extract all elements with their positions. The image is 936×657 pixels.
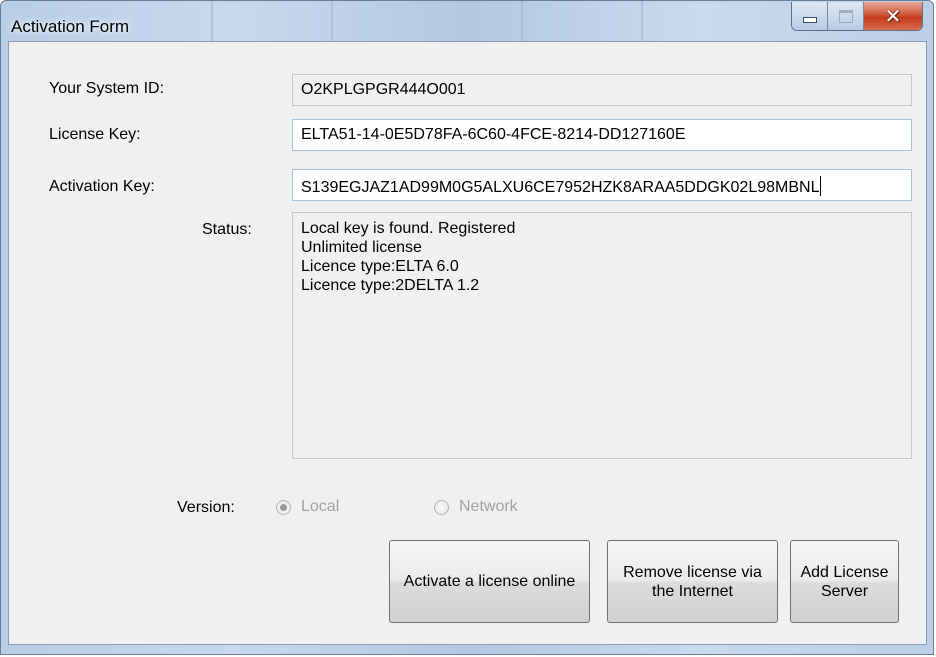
status-line: Licence type:2DELTA 1.2 <box>301 277 480 294</box>
version-label: Version: <box>177 499 235 516</box>
activation-key-input[interactable]: S139EGJAZ1AD99M0G5ALXU6CE7952HZK8ARAA5DD… <box>292 169 912 201</box>
activation-key-value: S139EGJAZ1AD99M0G5ALXU6CE7952HZK8ARAA5DD… <box>301 179 820 196</box>
close-button[interactable]: ✕ <box>864 2 922 30</box>
minimize-icon <box>802 17 817 23</box>
caption-buttons: ✕ <box>791 2 923 31</box>
status-line: Local key is found. Registered <box>301 220 516 237</box>
license-key-input[interactable]: ELTA51-14-0E5D78FA-6C60-4FCE-8214-DD1271… <box>292 119 912 151</box>
title-bar[interactable]: Activation Form ✕ <box>1 1 933 41</box>
minimize-button[interactable] <box>792 2 828 30</box>
add-license-server-button[interactable]: Add License Server <box>790 540 899 623</box>
radio-selected-icon <box>276 499 291 515</box>
license-key-label: License Key: <box>49 126 141 143</box>
close-icon: ✕ <box>884 4 902 28</box>
background-decoration <box>211 1 213 41</box>
version-radio-network[interactable]: Network <box>434 498 518 516</box>
status-textbox[interactable]: Local key is found. Registered Unlimited… <box>292 212 912 459</box>
text-caret <box>820 176 822 196</box>
version-option-network-label: Network <box>459 498 518 515</box>
version-option-local-label: Local <box>301 498 340 515</box>
maximize-button <box>828 2 864 30</box>
maximize-icon <box>838 9 853 23</box>
activation-form-window: Activation Form ✕ Your System ID: O2KPLG… <box>0 0 934 655</box>
remove-license-button[interactable]: Remove license via the Internet <box>607 540 778 623</box>
background-decoration <box>641 1 643 41</box>
system-id-field[interactable]: O2KPLGPGR444O001 <box>292 74 912 106</box>
status-label: Status: <box>202 221 252 238</box>
background-decoration <box>521 1 523 41</box>
status-line: Unlimited license <box>301 239 422 256</box>
form-client-area: Your System ID: O2KPLGPGR444O001 License… <box>8 41 927 645</box>
version-radio-local[interactable]: Local <box>276 498 339 516</box>
status-line: Licence type:ELTA 6.0 <box>301 258 459 275</box>
radio-unselected-icon <box>434 499 449 515</box>
activate-online-button[interactable]: Activate a license online <box>389 540 590 623</box>
window-title: Activation Form <box>11 17 130 36</box>
background-decoration <box>331 1 333 41</box>
activation-key-label: Activation Key: <box>49 178 155 195</box>
system-id-label: Your System ID: <box>49 80 165 97</box>
